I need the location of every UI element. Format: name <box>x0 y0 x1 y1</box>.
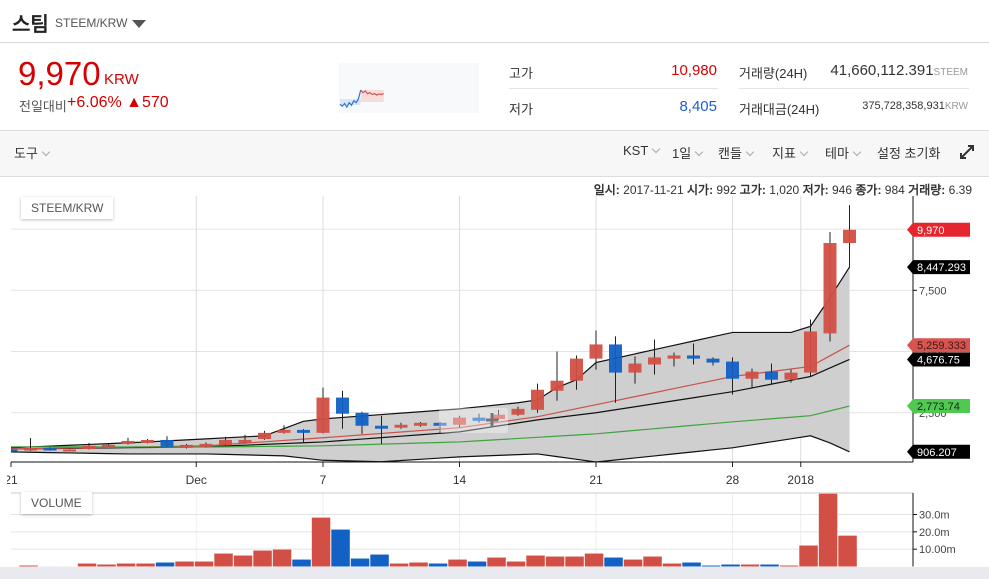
candlestick-chart[interactable]: 21Dec714212820182,5005,0007,50010,0002,7… <box>0 0 989 579</box>
x-tick-label: 2018 <box>787 473 814 487</box>
candle-body[interactable] <box>394 424 408 428</box>
candle-body[interactable] <box>238 439 252 443</box>
candle-body[interactable] <box>102 444 115 447</box>
volume-tick-label: 20.0m <box>919 527 950 539</box>
x-tick-label: Dec <box>186 473 207 487</box>
volume-bar <box>838 535 857 567</box>
x-tick-label: 7 <box>320 473 327 487</box>
volume-bar <box>175 561 194 567</box>
candle-body[interactable] <box>375 425 388 429</box>
volume-tick-label: 10.00m <box>919 544 956 556</box>
candle-body[interactable] <box>531 389 544 410</box>
horizontal-scrollbar[interactable] <box>0 567 989 579</box>
candle-body[interactable] <box>199 443 213 447</box>
candle-body[interactable] <box>121 440 135 444</box>
tag-ma-red-label: 5,259.333 <box>917 340 966 352</box>
tag-last-price-label: 9,970 <box>917 225 945 237</box>
volume-bar <box>799 545 818 567</box>
candle-body[interactable] <box>297 429 310 433</box>
volume-bar <box>155 562 175 567</box>
volume-bar <box>272 549 292 567</box>
volume-bar <box>370 554 389 567</box>
volume-bar <box>350 558 370 567</box>
volume-bar <box>487 557 506 567</box>
candle-body[interactable] <box>706 358 720 363</box>
candle-body[interactable] <box>843 229 856 244</box>
candle-body[interactable] <box>219 439 232 445</box>
candle-body[interactable] <box>160 439 174 447</box>
volume-tick-label: 30.0m <box>919 509 950 521</box>
volume-bar <box>194 561 214 567</box>
volume-bar <box>311 517 331 567</box>
candle-body[interactable] <box>667 355 681 359</box>
candle-body[interactable] <box>277 429 291 433</box>
volume-panel-label: VOLUME <box>21 492 92 514</box>
tag-band-upper-label: 8,447.293 <box>917 262 966 274</box>
candle-body[interactable] <box>648 357 661 365</box>
volume-bar <box>682 562 701 567</box>
candle-body[interactable] <box>180 444 193 448</box>
candle-body[interactable] <box>258 432 271 439</box>
candle-body[interactable] <box>355 412 369 426</box>
volume-bar <box>565 556 584 567</box>
candle-body[interactable] <box>687 355 700 359</box>
bollinger-band-fill <box>11 267 850 462</box>
candle-body[interactable] <box>43 448 57 451</box>
y-tick-label: 7,500 <box>919 285 947 297</box>
volume-bar <box>448 559 467 567</box>
tag-ma-middle-label: 4,676.75 <box>917 354 960 366</box>
candle-body[interactable] <box>24 448 37 451</box>
x-tick-label: 21 <box>4 473 18 487</box>
candle-body[interactable] <box>511 408 525 415</box>
candle-body[interactable] <box>82 445 96 450</box>
volume-bar <box>526 555 545 567</box>
x-tick-label: 21 <box>589 473 603 487</box>
x-tick-label: 14 <box>453 473 467 487</box>
candle-body[interactable] <box>765 371 778 380</box>
candle-body[interactable] <box>336 397 349 414</box>
volume-bar <box>214 553 233 567</box>
candle-body[interactable] <box>414 422 427 426</box>
tag-band-lower-label: 906.207 <box>917 447 957 459</box>
candle-body[interactable] <box>141 439 154 443</box>
candle-body[interactable] <box>784 372 798 380</box>
candle-body[interactable] <box>589 344 603 359</box>
volume-bar <box>331 529 350 567</box>
price-plot <box>5 205 856 462</box>
candle-body[interactable] <box>745 371 759 379</box>
candle-body[interactable] <box>628 363 642 373</box>
candle-body[interactable] <box>570 358 583 381</box>
volume-bar <box>584 553 604 567</box>
candle-body[interactable] <box>316 397 330 433</box>
volume-bar <box>467 561 487 567</box>
candle-body[interactable] <box>550 380 564 391</box>
volume-bar <box>545 556 565 567</box>
volume-bar <box>604 557 623 567</box>
volume-bar <box>292 559 311 567</box>
volume-bar <box>409 562 428 567</box>
candle-body[interactable] <box>726 361 739 379</box>
candle-body[interactable] <box>5 449 18 452</box>
volume-bar <box>506 561 526 567</box>
price-panel-label: STEEM/KRW <box>21 197 114 219</box>
candle-body[interactable] <box>63 449 76 452</box>
candle-body[interactable] <box>609 344 622 373</box>
volume-bar <box>643 556 662 567</box>
volume-bar <box>623 559 643 567</box>
tag-ma-green-label: 2,773.74 <box>917 401 960 413</box>
candle-body[interactable] <box>823 243 837 334</box>
volume-bar <box>233 555 253 567</box>
volume-plot <box>19 493 857 567</box>
x-tick-label: 28 <box>726 473 740 487</box>
volume-bar <box>253 550 272 567</box>
candle-body[interactable] <box>804 331 817 373</box>
volume-bar <box>818 493 838 567</box>
